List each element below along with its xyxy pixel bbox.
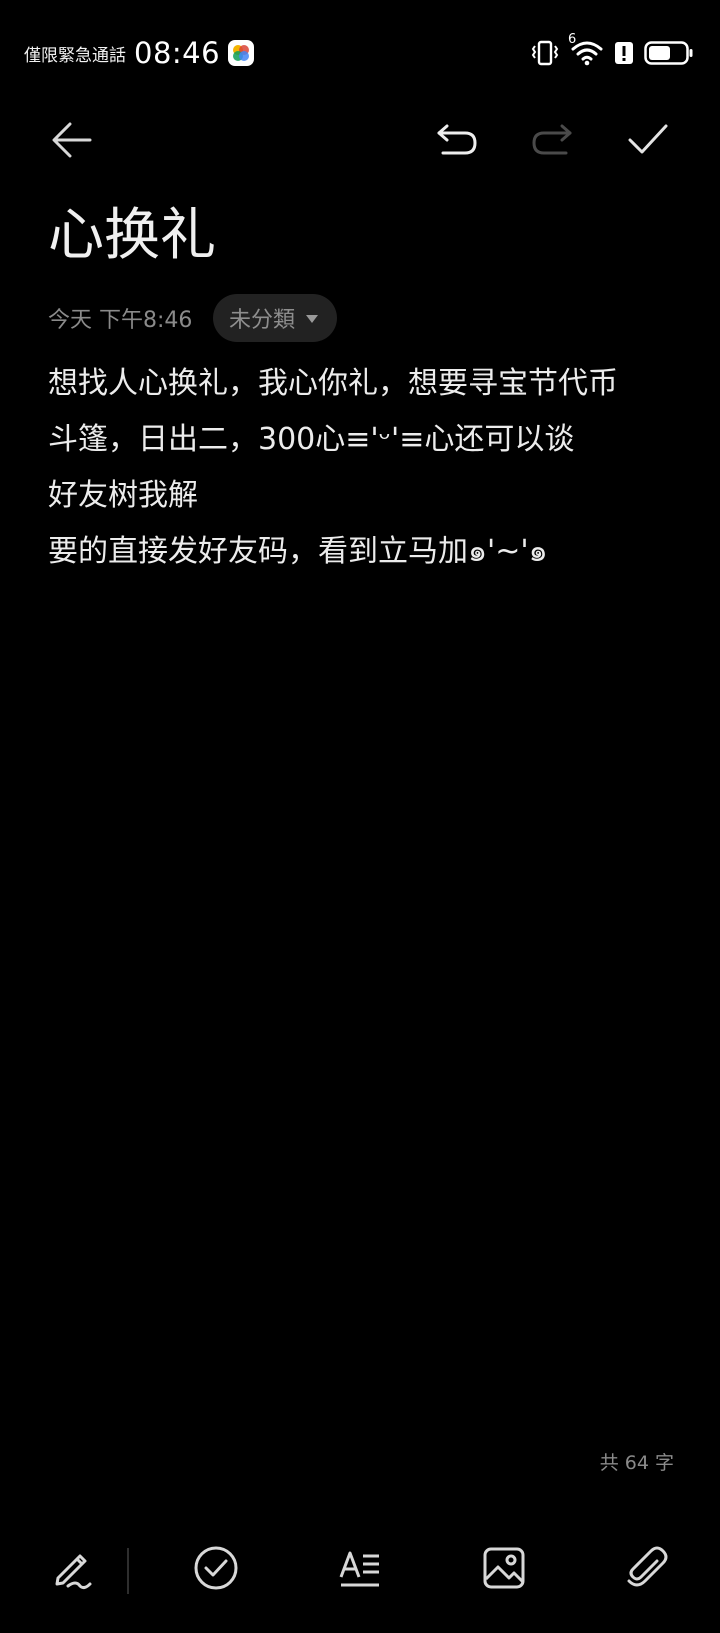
note-body-line: 要的直接发好友码，看到立马加๑'~'๑ [48, 534, 548, 569]
undo-button[interactable] [427, 112, 487, 172]
back-button[interactable] [42, 112, 102, 172]
attachment-button[interactable] [614, 1538, 678, 1602]
toolbar-divider [127, 1548, 129, 1594]
status-time: 08:46 [134, 36, 221, 70]
attachment-paperclip-icon [623, 1545, 669, 1595]
word-count: 共 64 字 [599, 1452, 674, 1474]
status-bar-left: 僅限緊急通話 08:46 [24, 36, 255, 70]
note-body-line: 想找人心换礼，我心你礼，想要寻宝节代币 [48, 366, 618, 401]
network-type-label: 6 [568, 32, 577, 47]
carrier-label: 僅限緊急通話 [24, 45, 126, 66]
arrow-left-icon [50, 118, 94, 166]
bottom-toolbar [0, 1538, 720, 1602]
note-time: 下午8:46 [99, 308, 193, 333]
redo-button[interactable] [522, 112, 582, 172]
handwriting-pen-icon [50, 1546, 94, 1594]
handwriting-button[interactable] [40, 1538, 104, 1602]
note-body-line: 斗篷，日出二，300心≡'ᵕ'≡心还可以谈 [48, 422, 575, 457]
insert-image-button[interactable] [472, 1538, 536, 1602]
text-format-button[interactable] [328, 1538, 392, 1602]
undo-icon [435, 118, 479, 166]
battery-icon [644, 40, 694, 66]
image-icon [481, 1545, 527, 1595]
note-timestamp: 今天 下午8:46 [48, 302, 192, 334]
check-icon [626, 118, 670, 166]
done-button[interactable] [618, 112, 678, 172]
alert-icon [614, 40, 634, 66]
redo-icon [530, 118, 574, 166]
category-label: 未分類 [229, 308, 296, 333]
wifi-icon: 6 [568, 32, 604, 66]
checklist-icon [193, 1545, 239, 1595]
note-body[interactable]: 想找人心换礼，我心你礼，想要寻宝节代币 斗篷，日出二，300心≡'ᵕ'≡心还可以… [48, 357, 688, 581]
checklist-button[interactable] [184, 1538, 248, 1602]
note-title[interactable]: 心换礼 [48, 200, 216, 272]
app-notification-icon [228, 40, 255, 66]
note-date: 今天 [48, 308, 93, 333]
caret-down-icon [305, 309, 319, 328]
category-dropdown[interactable]: 未分類 [213, 294, 338, 342]
note-body-line: 好友树我解 [48, 478, 198, 513]
status-bar-right: 6 [530, 32, 694, 70]
text-format-icon [337, 1545, 383, 1595]
vibrate-icon [530, 40, 560, 66]
